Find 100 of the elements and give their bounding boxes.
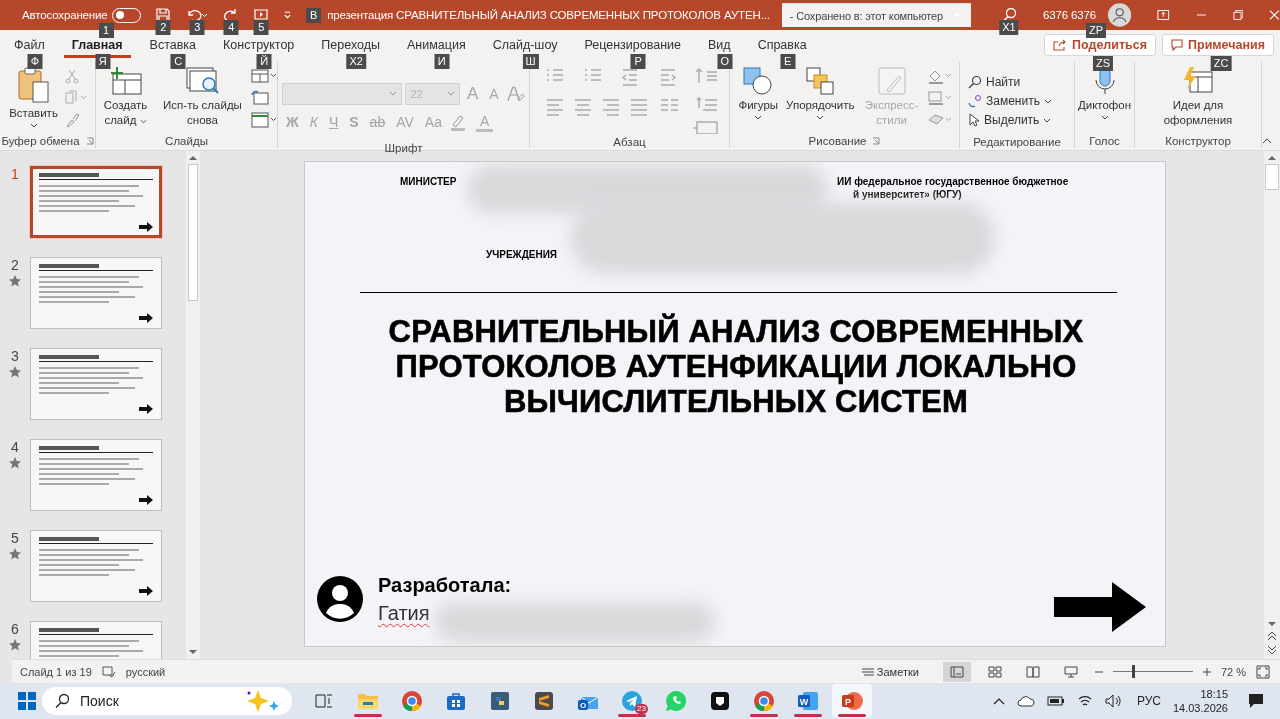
language-label[interactable]: русский <box>125 665 166 678</box>
collapse-ribbon-icon[interactable] <box>1262 138 1272 144</box>
scrollbar[interactable] <box>186 151 200 659</box>
battery-icon[interactable] <box>1046 695 1065 707</box>
grid-view-icon <box>987 665 1002 678</box>
zoom-in-icon[interactable] <box>1202 667 1211 676</box>
share-button[interactable]: Поделиться <box>1044 34 1157 56</box>
slide-text: й университет» (ЮГУ) <box>853 189 962 200</box>
layout-icon[interactable] <box>250 68 277 84</box>
phone-bubble-icon <box>665 690 687 712</box>
autosave-label: Автосохранение <box>22 9 108 21</box>
fit-slide-icon[interactable] <box>1256 664 1270 679</box>
normal-view-icon <box>949 665 964 678</box>
user-name[interactable]: 6376 6376 <box>1042 9 1096 21</box>
reset-icon[interactable] <box>250 90 269 106</box>
scroll-down-icon[interactable] <box>189 650 197 655</box>
notes-button[interactable]: Заметки <box>855 664 925 679</box>
scrollbar-thumb[interactable] <box>1265 164 1279 190</box>
clock-time[interactable]: 18:15 <box>1200 687 1228 701</box>
keytip-badge: О <box>717 54 733 69</box>
right-arrow-icon <box>1054 582 1146 632</box>
slide-number: 2 <box>11 257 19 273</box>
select-button[interactable]: Выделить <box>966 112 1054 128</box>
save-icon[interactable] <box>155 7 172 23</box>
slide-number: 5 <box>11 530 19 546</box>
keytip-badge: 3 <box>189 20 205 35</box>
find-button[interactable]: Найти <box>966 74 1023 90</box>
shapes-button[interactable]: Фигуры <box>736 64 781 122</box>
taskbar-app-button[interactable]: 23 <box>612 684 652 718</box>
developer-label: Разработала: <box>378 574 512 597</box>
section-icon[interactable] <box>250 112 277 128</box>
scrollbar-thumb[interactable] <box>188 164 198 301</box>
search-icon <box>54 693 70 709</box>
slide-counter: Слайд 1 из 19 <box>20 665 92 678</box>
user-avatar-icon[interactable] <box>1108 2 1132 28</box>
keytip-badge: ZS <box>1093 56 1114 71</box>
previous-slide-icon[interactable] <box>1267 631 1277 641</box>
notification-badge: 23 <box>635 704 648 714</box>
round-logo-icon <box>753 690 775 712</box>
scroll-up-icon[interactable] <box>1268 155 1276 160</box>
slide-number: 4 <box>11 439 19 455</box>
normal-view-button[interactable] <box>942 661 971 682</box>
group-label: Голос <box>1089 135 1120 147</box>
projector-view-icon <box>1063 665 1078 678</box>
comment-icon <box>1171 39 1184 51</box>
keytip-badge: ZP <box>1085 23 1106 38</box>
keytip-badge: И <box>434 54 450 69</box>
chevron-icon <box>1100 115 1109 120</box>
outline-pen-icon[interactable] <box>926 90 953 106</box>
chevron-icon <box>754 115 763 120</box>
scrollbar[interactable] <box>1264 151 1280 659</box>
wifi-icon[interactable] <box>1076 694 1093 708</box>
developer-name: Гатия <box>378 602 430 625</box>
input-language[interactable]: РУС <box>1136 694 1161 708</box>
scroll-down-icon[interactable] <box>1268 622 1276 627</box>
slideshow-start-icon[interactable] <box>253 7 270 23</box>
chevron-icon <box>446 91 455 96</box>
taskbar-app-button[interactable]: O <box>568 684 608 718</box>
zoom-level[interactable]: 72 % <box>1220 665 1246 678</box>
customize-caret-icon[interactable] <box>283 10 293 20</box>
keytip-badge: Ш <box>522 54 539 69</box>
chevron-up-icon[interactable] <box>992 697 1005 705</box>
taskbar-app-button[interactable]: W <box>788 684 828 718</box>
book-view-icon <box>1025 665 1040 678</box>
restore-icon[interactable] <box>1232 9 1244 21</box>
task-view-icon <box>315 692 333 710</box>
spellcheck-icon[interactable] <box>101 665 116 678</box>
keytip-badge: ZC <box>1210 56 1232 71</box>
keytip-badge: Е <box>780 54 796 69</box>
fill-bucket-icon[interactable] <box>926 68 953 84</box>
chevron-icon <box>29 123 38 128</box>
zoom-thumb[interactable] <box>1131 665 1135 678</box>
next-slide-icon[interactable] <box>1267 645 1277 655</box>
scroll-up-icon[interactable] <box>189 155 197 160</box>
notification-icon[interactable] <box>1248 693 1264 709</box>
save-status[interactable]: - Сохранено в: этот компьютер <box>781 3 971 27</box>
replace-button[interactable]: Заменить <box>966 93 1054 109</box>
keytip-badge: В <box>306 7 322 23</box>
clock-date[interactable]: 14.03.2026 <box>1172 701 1228 715</box>
keytip-badge: Р <box>630 54 646 69</box>
dialog-launcher-icon[interactable] <box>872 137 881 145</box>
search-field[interactable]: Поиск <box>78 692 236 710</box>
taskbar-app-button[interactable]: P <box>832 684 872 718</box>
dialog-launcher-icon[interactable] <box>85 137 94 145</box>
windows-logo-icon[interactable] <box>18 692 36 710</box>
close-icon[interactable] <box>1269 9 1280 21</box>
share-icon <box>1053 39 1068 51</box>
chevron-icon <box>389 91 398 96</box>
keytip-badge: С <box>170 54 186 69</box>
speaker-icon[interactable] <box>1104 694 1123 708</box>
shopping-bag-icon <box>446 691 466 711</box>
slide-text: МИНИСТЕР <box>400 176 457 187</box>
window-snake-icon <box>490 691 510 711</box>
keytip-badge: Ф <box>27 54 43 69</box>
cloud-icon[interactable] <box>1016 694 1035 708</box>
ribbon-display-icon[interactable] <box>1157 9 1170 21</box>
search-box[interactable]: Поиск <box>42 687 292 715</box>
magnifier-slide-icon <box>184 66 221 96</box>
undo-icon[interactable] <box>185 7 210 23</box>
comments-button[interactable]: Примечания <box>1162 34 1274 56</box>
